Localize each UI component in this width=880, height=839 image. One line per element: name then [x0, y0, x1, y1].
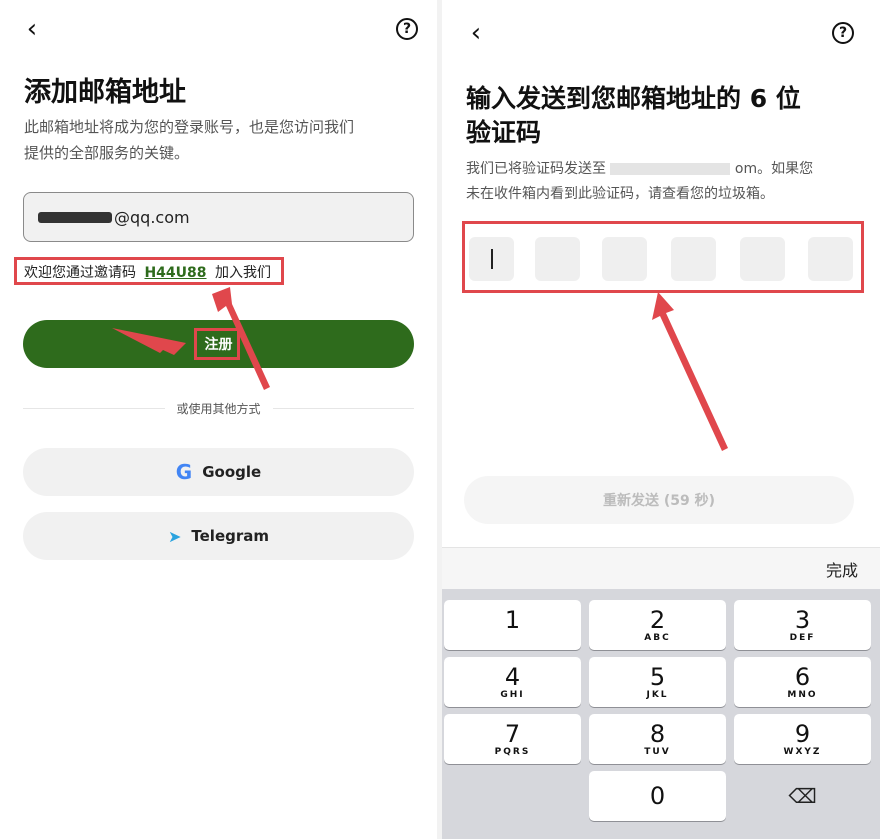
- key-5[interactable]: 5 JKL: [589, 657, 726, 707]
- page-title: 添加邮箱地址: [24, 77, 186, 108]
- key-7[interactable]: 7 PQRS: [444, 714, 581, 764]
- highlight-box-register: [194, 328, 240, 360]
- key-2[interactable]: 2 ABC: [589, 600, 726, 650]
- telegram-label: Telegram: [191, 527, 270, 545]
- email-input[interactable]: @qq.com: [23, 192, 414, 242]
- numeric-keypad: 1 2 ABC 3 DEF 4 GHI 5 JKL 6 MNO 7 PQRS 8 TUV 9W…: [442, 589, 880, 839]
- keyboard-toolbar: 完成: [442, 547, 880, 589]
- code-digit-6[interactable]: [808, 237, 853, 281]
- backspace-icon: ⌫: [788, 784, 817, 808]
- done-button[interactable]: 完成: [826, 557, 858, 581]
- back-icon[interactable]: ‹: [22, 16, 42, 42]
- page-title: 输入发送到您邮箱地址的 6 位 验证码: [466, 84, 801, 147]
- google-label: Google: [202, 463, 262, 481]
- redacted-email: [610, 163, 731, 175]
- code-digit-5[interactable]: [740, 237, 785, 281]
- key-9[interactable]: 9 WXYZ: [734, 714, 871, 764]
- back-icon[interactable]: ‹: [466, 20, 486, 46]
- highlight-box-code: [462, 221, 864, 293]
- google-login-button[interactable]: G Google: [23, 448, 414, 496]
- key-4[interactable]: 4 GHI: [444, 657, 581, 707]
- key-6[interactable]: 6 MNO: [734, 657, 871, 707]
- key-0[interactable]: 0: [589, 771, 726, 821]
- key-3[interactable]: 3 DEF: [734, 600, 871, 650]
- resend-label: 重新发送 (59 秒): [602, 493, 716, 509]
- key-8[interactable]: 8 TUV: [589, 714, 726, 764]
- or-divider: 或使用其他方式: [23, 398, 415, 418]
- redacted-mark: [38, 211, 112, 223]
- telegram-icon: ➤: [167, 526, 182, 546]
- invite-message: 欢迎您通过邀请码 H44U88 加入我们: [24, 265, 271, 281]
- code-digit-1[interactable]: [469, 237, 514, 281]
- code-digit-4[interactable]: [671, 237, 716, 281]
- arrow-to-code: [652, 292, 728, 451]
- key-delete[interactable]: ⌫: [734, 771, 871, 821]
- text-caret: [491, 249, 493, 269]
- code-digit-3[interactable]: [602, 237, 647, 281]
- verify-code-screen: ‹ ? 输入发送到您邮箱地址的 6 位 验证码 我们已将验证码发送至 om。如果…: [442, 0, 880, 839]
- email-value: @qq.com: [114, 207, 190, 227]
- resend-button[interactable]: 重新发送 (59 秒): [464, 476, 854, 524]
- google-icon: G: [175, 460, 193, 484]
- help-icon[interactable]: ?: [396, 18, 418, 40]
- page-description: 此邮箱地址将成为您的登录账号，也是您访问我们 提供的全部服务的关键。: [24, 118, 355, 162]
- key-1[interactable]: 1: [444, 600, 581, 650]
- telegram-login-button[interactable]: ➤ Telegram: [23, 512, 414, 560]
- help-icon[interactable]: ?: [832, 22, 854, 44]
- invite-code-link[interactable]: H44U88: [144, 265, 206, 281]
- add-email-screen: ‹ ? 添加邮箱地址 此邮箱地址将成为您的登录账号，也是您访问我们 提供的全部服…: [0, 0, 437, 839]
- page-description: 我们已将验证码发送至 om。如果您 未在收件箱内看到此验证码，请查看您的垃圾箱。: [466, 161, 814, 202]
- code-digit-2[interactable]: [535, 237, 580, 281]
